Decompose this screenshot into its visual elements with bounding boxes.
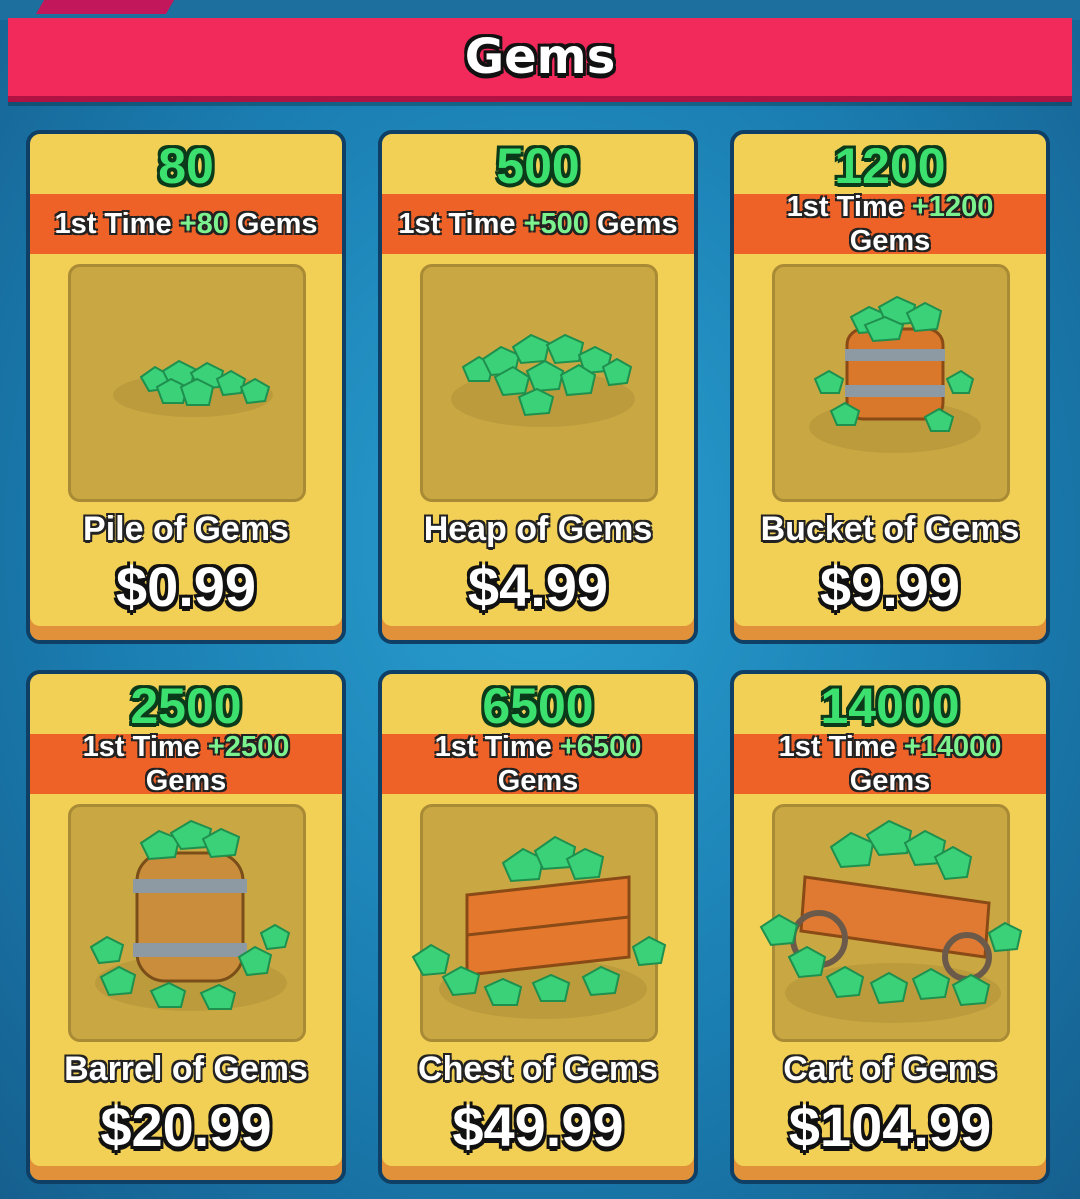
first-time-bonus-banner: 1st Time +14000 Gems (734, 731, 1046, 797)
gem-amount: 80 (158, 138, 214, 194)
bonus-suffix: Gems (236, 208, 318, 240)
offer-name: Heap of Gems (423, 510, 653, 548)
gem-heap-image (451, 333, 635, 427)
gem-barrel-icon (68, 804, 306, 1042)
offer-name: Barrel of Gems (64, 1050, 308, 1088)
first-time-bonus-banner: 1st Time +500 Gems (382, 194, 694, 254)
gem-pile-icon (68, 264, 306, 502)
gem-bucket-icon (772, 264, 1010, 502)
gem-amount: 14000 (820, 678, 960, 734)
price-button[interactable]: $49.99 (382, 1094, 694, 1159)
page-title: Gems (464, 29, 616, 85)
offer-name: Bucket of Gems (760, 510, 1020, 548)
price-button[interactable]: $0.99 (30, 554, 342, 619)
offer-name: Pile of Gems (83, 510, 289, 548)
first-time-bonus-banner: 1st Time +1200 Gems (734, 191, 1046, 257)
gem-chest-image (411, 835, 667, 1019)
ribbon-decoration (35, 0, 175, 14)
offer-card-bucket[interactable]: 1200 1st Time +1200 Gems Bucket of Gems $… (730, 130, 1050, 644)
bonus-amount: +80 (179, 208, 229, 240)
offer-card-pile[interactable]: 80 1st Time +80 Gems Pile of Gems $0.99 (26, 130, 346, 644)
bonus-suffix: Gems (849, 765, 931, 797)
gem-chest-icon (411, 804, 667, 1042)
bonus-suffix: Gems (145, 765, 227, 797)
first-time-bonus-banner: 1st Time +6500 Gems (382, 731, 694, 797)
offer-card-heap[interactable]: 500 1st Time +500 Gems Heap of Gems $4.9… (378, 130, 698, 644)
gem-bucket-image (809, 295, 981, 453)
price-button[interactable]: $9.99 (734, 554, 1046, 619)
offer-card-cart[interactable]: 14000 1st Time +14000 Gems Cart of Gems … (730, 670, 1050, 1184)
gem-amount: 1200 (834, 138, 946, 194)
price-button[interactable]: $4.99 (382, 554, 694, 619)
offer-card-chest[interactable]: 6500 1st Time +6500 Gems Chest of Gems $4… (378, 670, 698, 1184)
bonus-suffix: Gems (497, 765, 579, 797)
first-time-bonus-banner: 1st Time +2500 Gems (30, 731, 342, 797)
first-time-bonus-banner: 1st Time +80 Gems (30, 194, 342, 254)
bonus-prefix: 1st Time (54, 208, 172, 240)
bonus-suffix: Gems (849, 225, 931, 257)
offer-name: Chest of Gems (418, 1050, 658, 1088)
gem-pile-image (113, 359, 273, 417)
bonus-prefix: 1st Time (398, 208, 516, 240)
offer-name: Cart of Gems (783, 1050, 997, 1088)
bonus-suffix: Gems (596, 208, 678, 240)
gem-heap-icon (420, 264, 658, 502)
top-strip (0, 0, 1080, 20)
bonus-amount: +500 (523, 208, 589, 240)
price-button[interactable]: $20.99 (30, 1094, 342, 1159)
gem-cart-icon (759, 804, 1023, 1042)
gem-amount: 6500 (482, 678, 594, 734)
shop-header: Gems (8, 18, 1072, 102)
price-button[interactable]: $104.99 (734, 1094, 1046, 1159)
offer-card-barrel[interactable]: 2500 1st Time +2500 Gems Barrel of Gems $… (26, 670, 346, 1184)
gem-amount: 2500 (130, 678, 242, 734)
gem-barrel-image (89, 819, 291, 1011)
gem-cart-image (759, 819, 1023, 1023)
gem-amount: 500 (496, 138, 580, 194)
